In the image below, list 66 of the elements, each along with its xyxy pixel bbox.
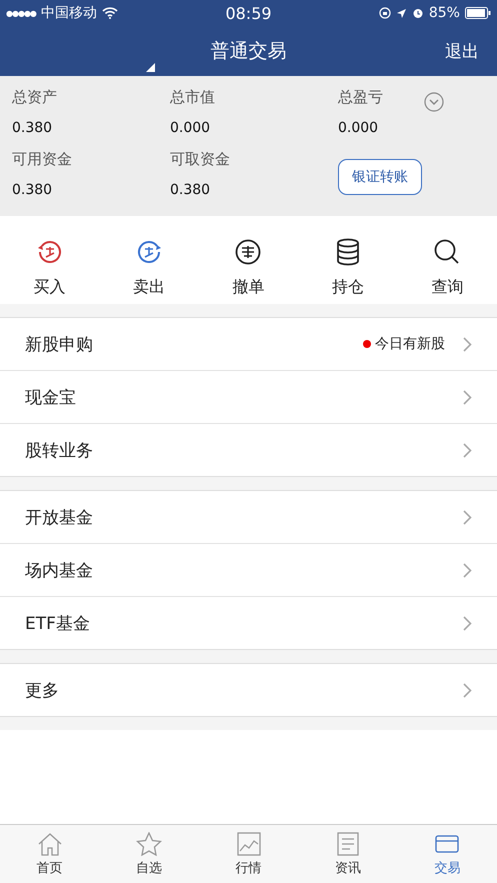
menu-row[interactable]: 现金宝 bbox=[0, 371, 497, 424]
menu-label: 场内基金 bbox=[25, 560, 94, 582]
menu-row[interactable]: 场内基金 bbox=[0, 544, 497, 597]
menu-label: 新股申购 bbox=[25, 334, 94, 356]
alarm-icon bbox=[412, 7, 424, 19]
page-title: 普通交易 bbox=[210, 39, 286, 64]
logout-link[interactable]: 退出 bbox=[445, 40, 479, 62]
carrier-name: 中国移动 bbox=[40, 4, 97, 22]
tab-item[interactable]: 资讯 bbox=[298, 825, 398, 883]
line-chart-icon bbox=[236, 832, 262, 856]
rotation-lock-icon bbox=[378, 7, 391, 19]
menu-row[interactable]: ETF基金 bbox=[0, 597, 497, 649]
menu-row[interactable]: 开放基金 bbox=[0, 491, 497, 544]
notification-dot-icon bbox=[363, 340, 371, 348]
summary-label: 总资产 bbox=[12, 88, 57, 107]
location-arrow-icon bbox=[396, 8, 407, 18]
battery-icon bbox=[464, 7, 491, 19]
cancel-order-icon[interactable] bbox=[234, 238, 262, 266]
buy-cycle-icon[interactable] bbox=[36, 238, 64, 266]
chevron-right-icon bbox=[463, 682, 472, 698]
action-label[interactable]: 买入 bbox=[34, 277, 66, 298]
chevron-right-icon bbox=[463, 442, 472, 458]
menu-row[interactable]: 更多 bbox=[0, 664, 497, 716]
news-icon bbox=[334, 832, 361, 856]
home-icon bbox=[36, 832, 63, 856]
new-stock-notice: 今日有新股 bbox=[375, 335, 445, 353]
menu-row[interactable]: 股转业务 bbox=[0, 424, 497, 476]
summary-label: 总市值 bbox=[170, 88, 215, 107]
action-label[interactable]: 持仓 bbox=[332, 277, 364, 298]
star-icon bbox=[136, 832, 162, 856]
dropdown-corner-icon[interactable] bbox=[146, 63, 155, 72]
sell-cycle-icon[interactable] bbox=[135, 238, 164, 266]
menu-label: 现金宝 bbox=[25, 386, 77, 408]
summary-label: 总盈亏 bbox=[338, 88, 383, 107]
database-icon[interactable] bbox=[334, 238, 361, 266]
chevron-right-icon bbox=[463, 510, 472, 524]
battery-percent: 85% bbox=[428, 5, 460, 21]
summary-label: 可取资金 bbox=[170, 150, 230, 169]
chevron-right-icon bbox=[463, 336, 472, 352]
summary-value: 0.000 bbox=[170, 120, 210, 136]
tab-item[interactable]: 交易 bbox=[398, 825, 497, 883]
menu-label: 更多 bbox=[25, 680, 60, 702]
menu-row[interactable]: 新股申购 今日有新股 bbox=[0, 318, 497, 371]
summary-label: 可用资金 bbox=[12, 150, 72, 169]
wifi-icon bbox=[102, 7, 118, 19]
action-label[interactable]: 查询 bbox=[431, 277, 464, 298]
status-time: 08:59 bbox=[225, 4, 272, 22]
action-label[interactable]: 卖出 bbox=[133, 277, 166, 298]
tab-item[interactable]: 自选 bbox=[99, 825, 199, 883]
summary-value: 0.380 bbox=[170, 182, 210, 198]
search-icon[interactable] bbox=[433, 238, 462, 266]
tab-item[interactable]: 首页 bbox=[0, 825, 100, 883]
expand-chevron-icon[interactable] bbox=[424, 92, 444, 112]
tab-item[interactable]: 行情 bbox=[198, 825, 298, 883]
menu-label: 开放基金 bbox=[25, 506, 94, 528]
chevron-right-icon bbox=[463, 562, 472, 578]
menu-label: 股转业务 bbox=[25, 440, 94, 462]
action-label[interactable]: 撤单 bbox=[232, 277, 264, 298]
bank-transfer-button[interactable]: 银证转账 bbox=[338, 159, 422, 195]
summary-value: 0.380 bbox=[12, 120, 52, 136]
chevron-right-icon bbox=[463, 390, 472, 404]
menu-label: ETF基金 bbox=[25, 612, 91, 634]
summary-value: 0.380 bbox=[12, 182, 52, 198]
chevron-right-icon bbox=[463, 616, 472, 630]
summary-value: 0.000 bbox=[338, 120, 378, 136]
signal-dots: ●●●●● bbox=[6, 8, 36, 18]
